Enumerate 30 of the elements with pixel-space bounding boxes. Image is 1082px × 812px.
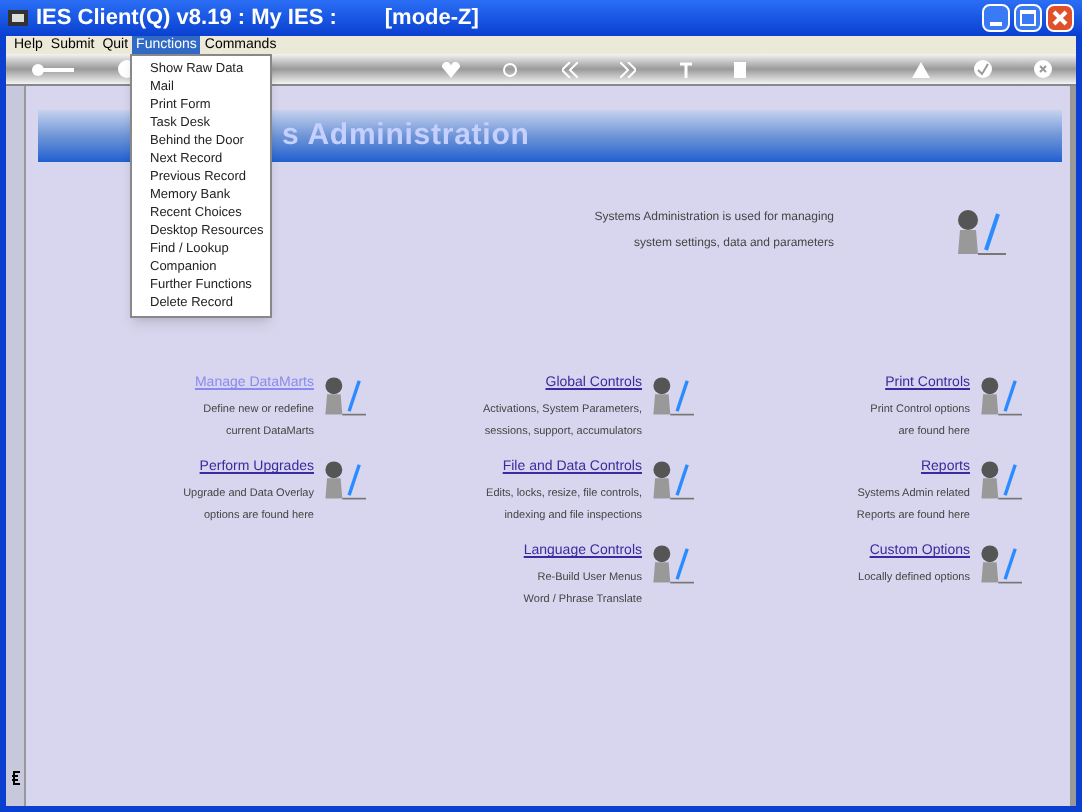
cancel-icon	[1034, 60, 1052, 78]
banner-title: s Administration	[282, 115, 530, 156]
app-icon	[8, 8, 28, 28]
triangle-icon	[912, 61, 930, 77]
person-writing-icon	[978, 542, 1022, 586]
check-icon	[973, 60, 991, 78]
minimize-button[interactable]	[982, 4, 1010, 32]
window-title: IES Client(Q) v8.19 : My IES :	[36, 3, 337, 34]
person-writing-icon	[978, 458, 1022, 502]
maximize-icon	[1020, 10, 1036, 26]
circle-icon	[502, 61, 518, 77]
close-button[interactable]	[1046, 4, 1074, 32]
status-icon	[9, 770, 21, 786]
maximize-button[interactable]	[1014, 4, 1042, 32]
heart-icon	[441, 61, 459, 77]
page-icon	[734, 61, 746, 77]
key-icon	[30, 61, 74, 77]
person-writing-icon	[650, 542, 694, 586]
text-icon	[679, 61, 691, 77]
person-writing-icon	[954, 206, 1006, 258]
person-writing-icon	[650, 458, 694, 502]
person-writing-icon	[322, 374, 366, 418]
person-writing-icon	[322, 458, 366, 502]
rewind-icon	[561, 61, 577, 77]
minimize-icon	[990, 22, 1002, 26]
mode-label: [mode-Z]	[384, 3, 479, 34]
person-writing-icon	[978, 374, 1022, 418]
close-icon	[1052, 10, 1068, 26]
person-writing-icon	[650, 374, 694, 418]
fast-forward-icon	[620, 61, 636, 77]
